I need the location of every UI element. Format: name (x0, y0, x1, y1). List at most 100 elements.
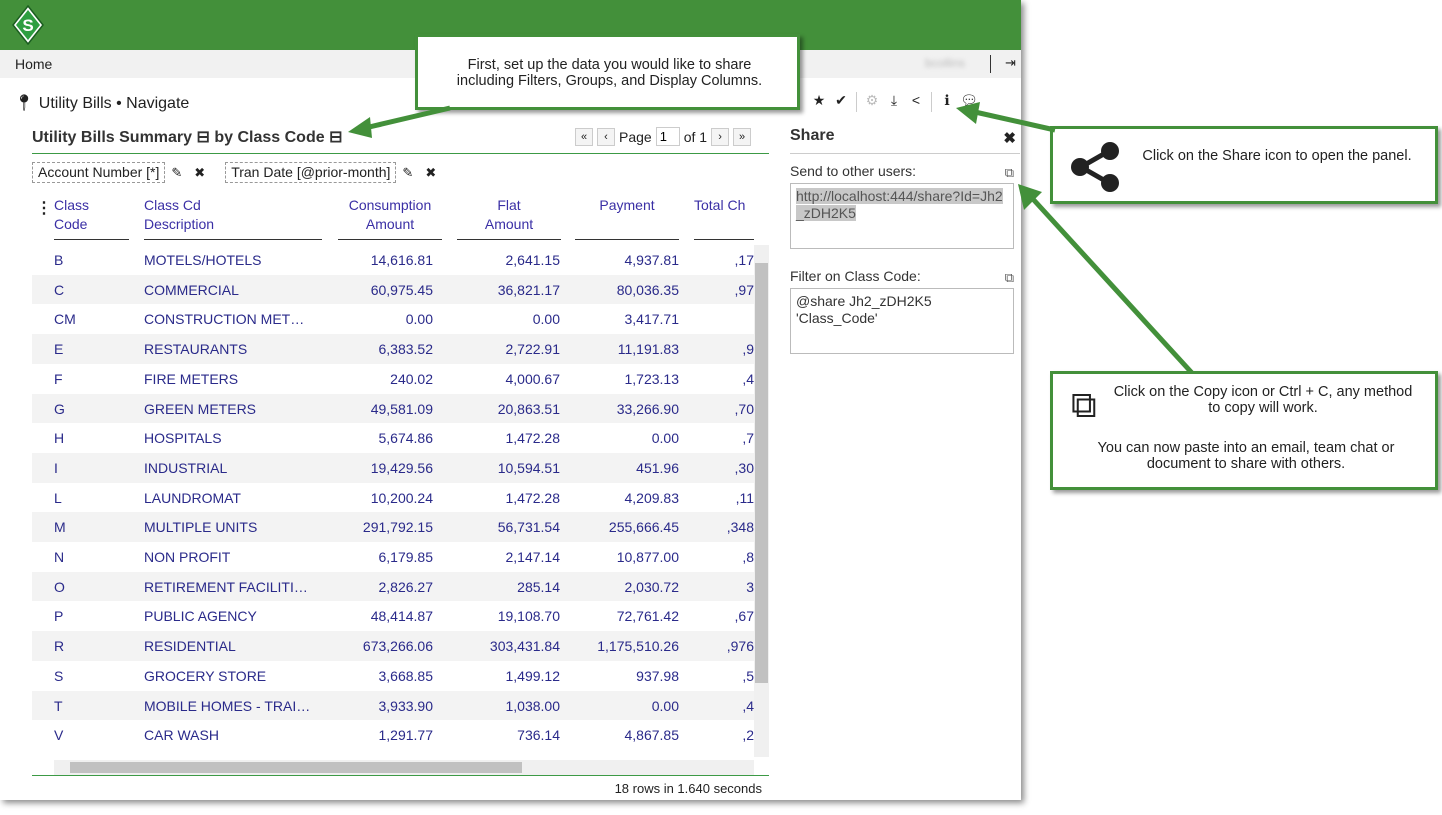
table-cell[interactable]: MULTIPLE UNITS (144, 519, 322, 535)
table-cell[interactable]: V (54, 727, 129, 743)
table-cell[interactable]: MOTELS/HOTELS (144, 252, 322, 268)
table-cell[interactable]: I (54, 460, 129, 476)
table-row[interactable]: R RESIDENTIAL 673,266.06 303,431.84 1,175,51… (32, 631, 754, 661)
table-cell[interactable]: RETIREMENT FACILITI… (144, 579, 322, 595)
table-cell[interactable]: H (54, 430, 129, 446)
share-icon[interactable]: < (905, 92, 927, 112)
table-cell[interactable]: L (54, 490, 129, 506)
vertical-scrollbar[interactable] (754, 245, 769, 757)
column-header[interactable]: Consumption Amount (338, 190, 442, 240)
filter-chip[interactable]: Account Number [*] (32, 162, 166, 183)
logout-icon[interactable]: ⇥ (1005, 55, 1016, 71)
table-cell[interactable]: FIRE METERS (144, 371, 322, 387)
column-header[interactable]: Total Ch (694, 190, 754, 240)
page-input[interactable] (655, 127, 680, 146)
table-cell[interactable]: INDUSTRIAL (144, 460, 322, 476)
table-row[interactable]: B MOTELS/HOTELS 14,616.81 2,641.15 4,937.81 1… (32, 245, 754, 275)
table-cell[interactable]: GREEN METERS (144, 401, 322, 417)
table-cell[interactable]: NON PROFIT (144, 549, 322, 565)
table-row[interactable]: F FIRE METERS 240.02 4,000.67 1,723.13 4, (32, 364, 754, 394)
table-cell[interactable]: T (54, 698, 129, 714)
horizontal-scrollbar[interactable] (54, 760, 754, 775)
column-header[interactable]: Payment (575, 190, 679, 240)
table-cell[interactable]: C (54, 282, 129, 298)
table-row[interactable]: P PUBLIC AGENCY 48,414.87 19,108.70 72,761.4… (32, 601, 754, 631)
table-cell[interactable]: S (54, 668, 129, 684)
table-cell: 673,266.06 (362, 638, 433, 655)
edit-icon[interactable]: ✎ (171, 165, 182, 181)
table-row[interactable]: N NON PROFIT 6,179.85 2,147.14 10,877.00 8, (32, 542, 754, 572)
table-cell[interactable]: GROCERY STORE (144, 668, 322, 684)
table-cell[interactable]: CONSTRUCTION MET… (144, 311, 322, 327)
table-cell[interactable]: G (54, 401, 129, 417)
table-cell[interactable]: RESIDENTIAL (144, 638, 322, 654)
table-cell: 4, (742, 370, 754, 387)
star-icon[interactable]: ★ (808, 92, 830, 112)
table-row[interactable]: E RESTAURANTS 6,383.52 2,722.91 11,191.83 9, (32, 334, 754, 364)
scroll-thumb[interactable] (70, 762, 522, 773)
table-row[interactable]: I INDUSTRIAL 19,429.56 10,594.51 451.96 30, (32, 452, 754, 483)
table-cell[interactable]: F (54, 371, 129, 387)
table-cell[interactable]: M (54, 519, 129, 535)
table-cell: 2, (742, 727, 754, 744)
table-cell[interactable]: CAR WASH (144, 727, 322, 743)
share-url-field[interactable]: http://localhost:444/share?Id=Jh2_zDH2K5 (790, 183, 1014, 249)
remove-icon[interactable]: ✖ (194, 165, 205, 181)
table-row[interactable]: L LAUNDROMAT 10,200.24 1,472.28 4,209.83 11, (32, 483, 754, 513)
table-row[interactable]: G GREEN METERS 49,581.09 20,863.51 33,266.90… (32, 393, 754, 424)
table-cell[interactable]: R (54, 638, 129, 654)
table-cell: 48,414.87 (370, 608, 433, 625)
share-filter-field[interactable]: @share Jh2_zDH2K5 'Class_Code' (790, 288, 1014, 354)
filter-chip[interactable]: Tran Date [@prior-month] (225, 162, 397, 183)
table-cell[interactable]: N (54, 549, 129, 565)
table-cell[interactable]: LAUNDROMAT (144, 490, 322, 506)
download-icon[interactable]: ⤓ (883, 92, 905, 112)
table-row[interactable]: H HOSPITALS 5,674.86 1,472.28 0.00 7, (32, 423, 754, 453)
divider (32, 153, 769, 154)
table-cell: 19,429.56 (370, 459, 433, 476)
table-cell[interactable]: B (54, 252, 129, 268)
table-row[interactable]: S GROCERY STORE 3,668.85 1,499.12 937.98 5, (32, 661, 754, 691)
last-page-button[interactable]: » (733, 127, 752, 146)
table-cell[interactable]: HOSPITALS (144, 430, 322, 446)
remove-icon[interactable]: ✖ (425, 165, 436, 181)
table-cell[interactable]: COMMERCIAL (144, 282, 322, 298)
prev-page-button[interactable]: ‹ (597, 127, 615, 146)
scroll-thumb[interactable] (755, 263, 768, 683)
filter-bar: Account Number [*] ✎ ✖ Tran Date [@prior-… (32, 162, 442, 183)
table-row[interactable]: CM CONSTRUCTION MET… 0.00 0.00 3,417.71 (32, 304, 754, 334)
table-row[interactable]: T MOBILE HOMES - TRAI… 3,933.90 1,038.00 0.0… (32, 690, 754, 721)
table-cell[interactable]: E (54, 341, 129, 357)
table-row[interactable]: O RETIREMENT FACILITI… 2,826.27 285.14 2,030… (32, 571, 754, 602)
check-icon[interactable]: ✔ (830, 92, 852, 112)
user-name[interactable]: bcollins (925, 56, 965, 70)
column-menu-icon[interactable]: ⋮ (36, 198, 52, 218)
breadcrumb-text: Utility Bills • Navigate (38, 95, 190, 112)
edit-icon[interactable]: ✎ (402, 165, 413, 181)
table-row[interactable]: C COMMERCIAL 60,975.45 36,821.17 80,036.35 97… (32, 274, 754, 305)
callout-text: You can now paste into an email, team ch… (1097, 440, 1395, 472)
table-cell: 3,417.71 (624, 311, 680, 328)
send-label: Send to other users: (790, 163, 917, 179)
table-cell[interactable]: O (54, 579, 129, 595)
arrow-icon (956, 102, 1056, 133)
column-header[interactable]: Flat Amount (457, 190, 561, 240)
next-page-button[interactable]: › (711, 127, 730, 146)
gears-icon[interactable]: ⚙ (861, 92, 883, 112)
table-cell: 348, (726, 519, 754, 536)
table-cell: 36,821.17 (497, 281, 560, 298)
first-page-button[interactable]: « (575, 127, 593, 146)
table-cell[interactable]: P (54, 608, 129, 624)
collapse-icon[interactable]: ⊟ (197, 129, 210, 146)
table-cell[interactable]: CM (54, 311, 129, 327)
table-row[interactable]: V CAR WASH 1,291.77 736.14 4,867.85 2, (32, 720, 754, 750)
table-row[interactable]: M MULTIPLE UNITS 291,792.15 56,731.54 255,66… (32, 512, 754, 542)
column-header[interactable]: Class Cd Description (144, 190, 322, 240)
table-cell: 1,291.77 (378, 727, 434, 744)
home-link[interactable]: Home (15, 56, 52, 72)
column-header[interactable]: Class Code (54, 190, 129, 240)
logo-icon[interactable]: S (12, 5, 44, 45)
table-cell[interactable]: PUBLIC AGENCY (144, 608, 322, 624)
table-cell[interactable]: RESTAURANTS (144, 341, 322, 357)
table-cell[interactable]: MOBILE HOMES - TRAI… (144, 698, 322, 714)
